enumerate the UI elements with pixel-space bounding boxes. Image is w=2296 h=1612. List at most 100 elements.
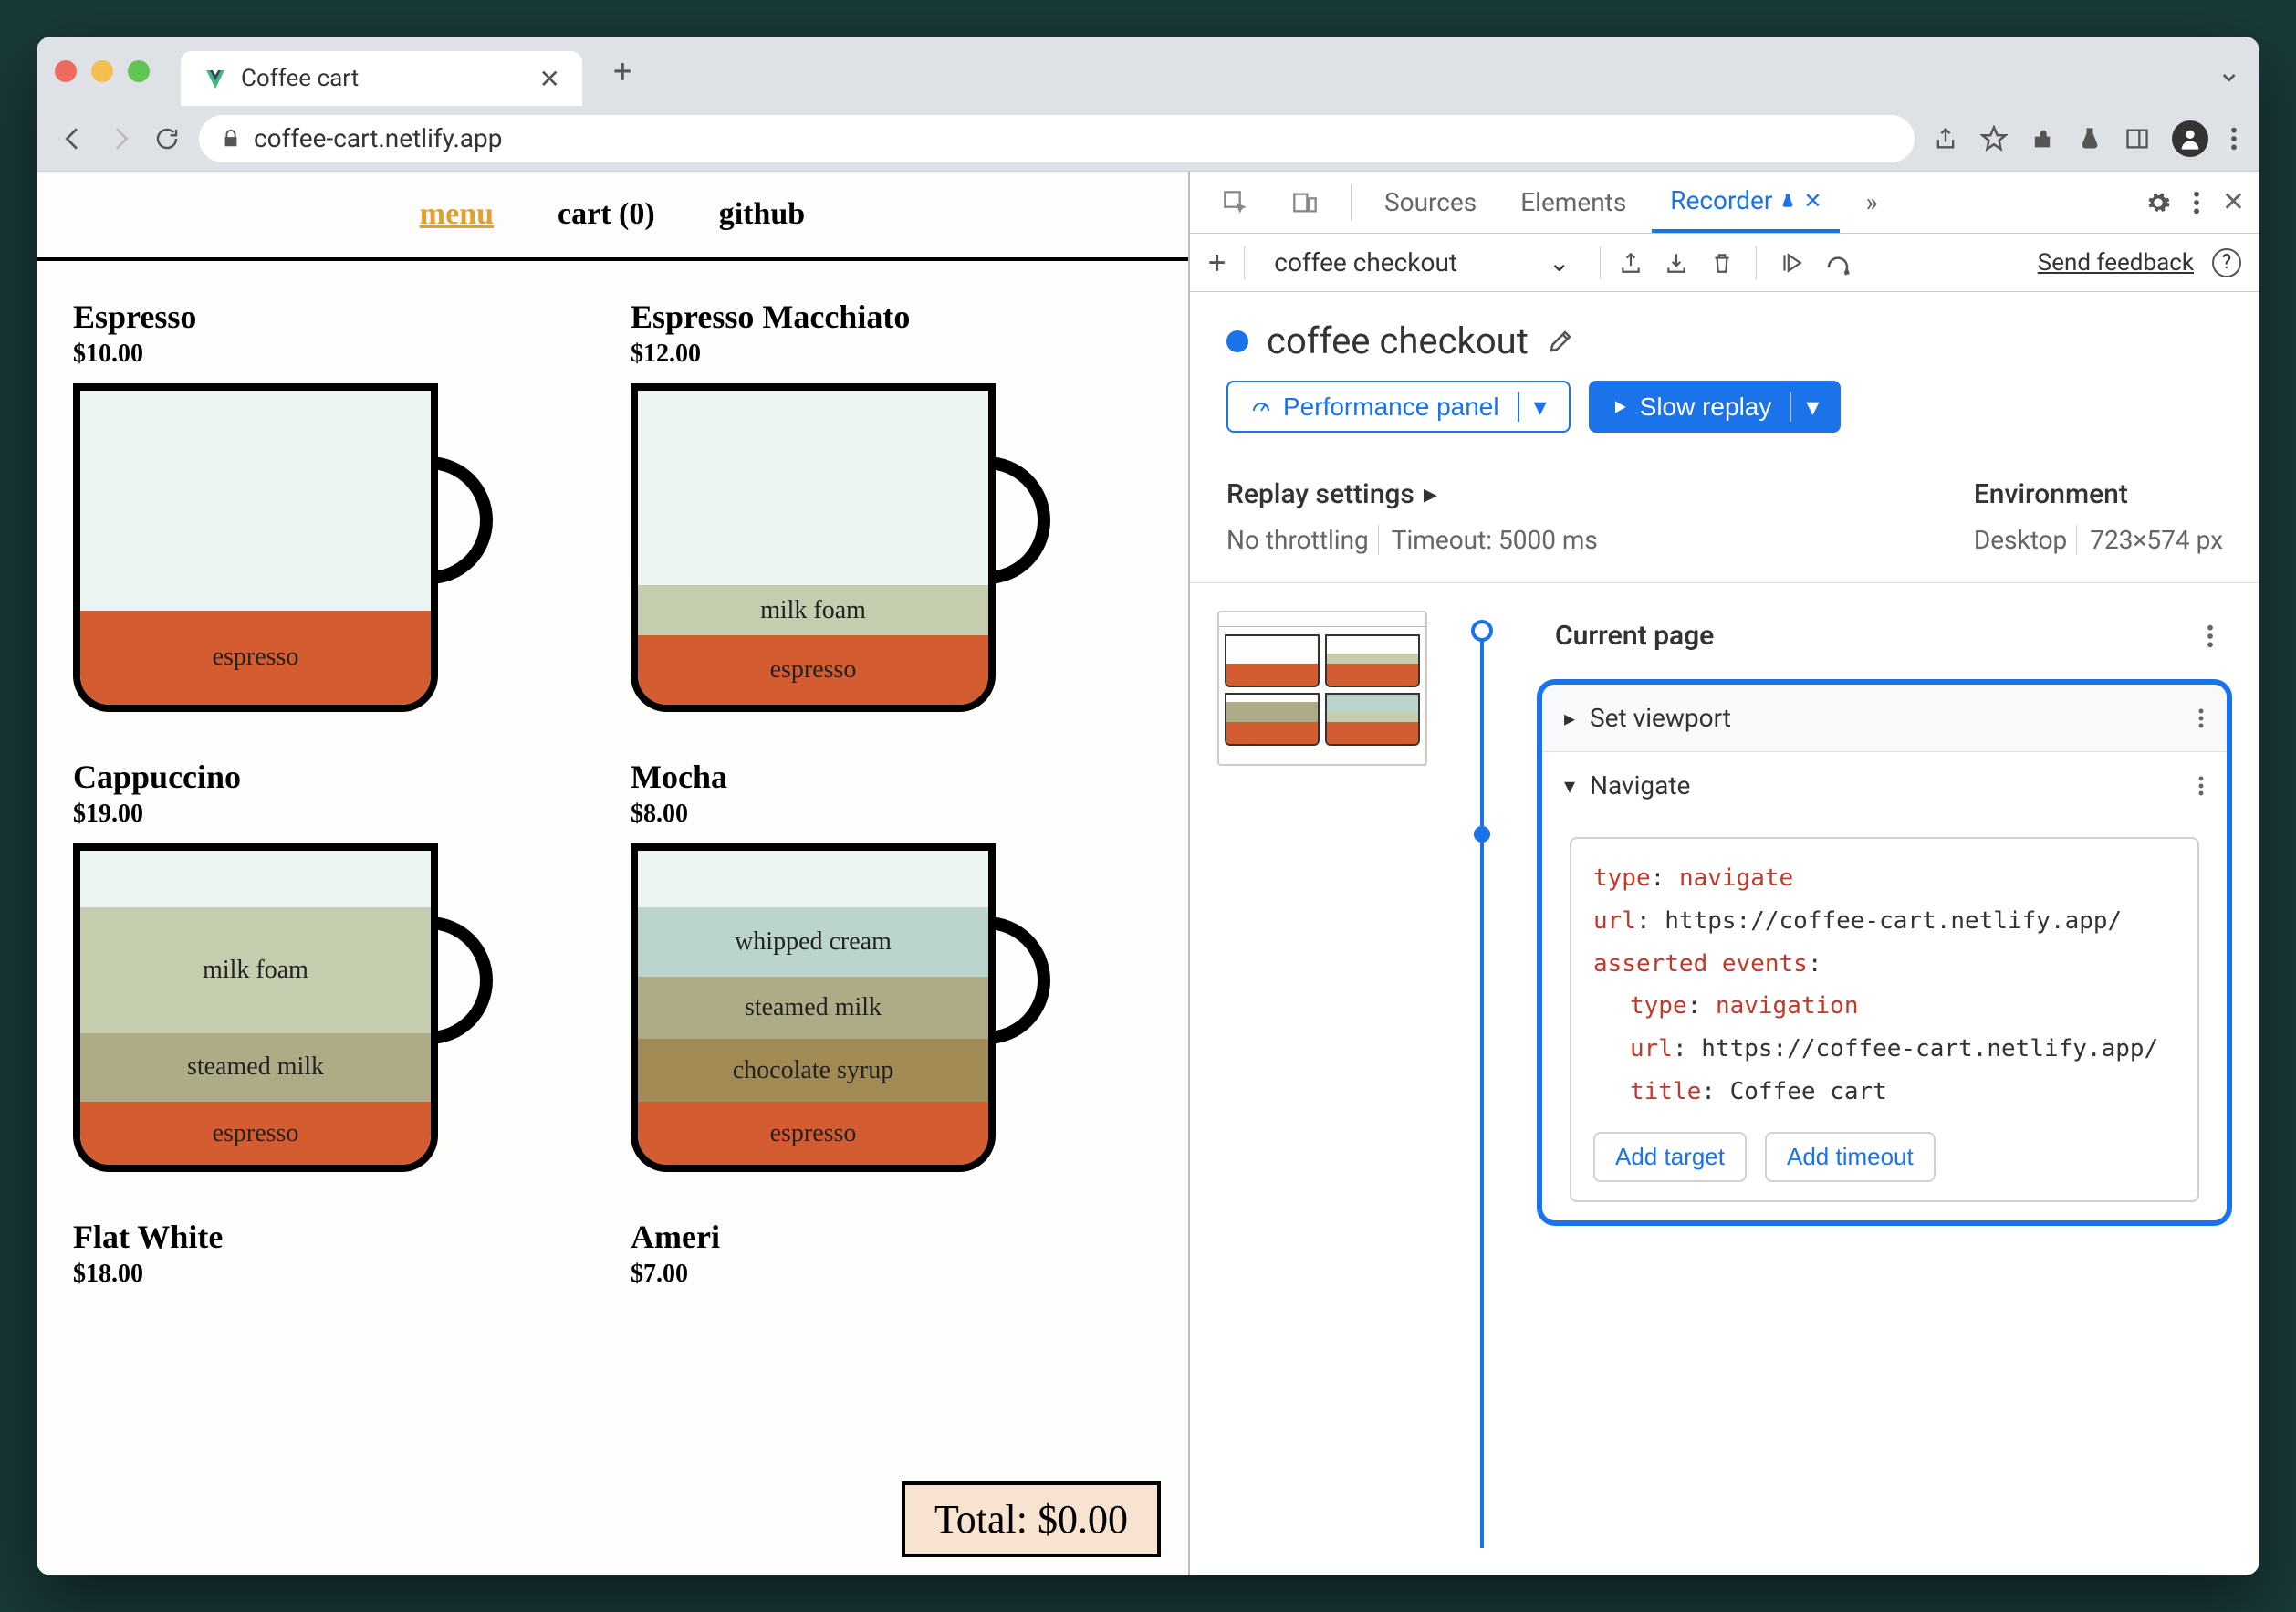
- layer-chocsyrup: chocolate syrup: [638, 1039, 988, 1102]
- inspect-icon[interactable]: [1205, 172, 1267, 233]
- page-nav: menu cart (0) github: [37, 172, 1188, 261]
- nav-menu-link[interactable]: menu: [420, 197, 494, 232]
- export-icon[interactable]: [1619, 251, 1643, 275]
- layer-whipped: whipped cream: [638, 907, 988, 977]
- minimize-window-button[interactable]: [91, 60, 113, 82]
- content-area: menu cart (0) github Espresso $10.00 esp…: [37, 172, 2259, 1575]
- product-price: $19.00: [73, 800, 594, 829]
- close-tab-icon[interactable]: ✕: [539, 64, 560, 94]
- chevron-down-icon[interactable]: ▾: [1790, 392, 1819, 422]
- share-icon[interactable]: [1933, 126, 1958, 152]
- environment-settings: Environment Desktop 723×574 px: [1974, 478, 2223, 555]
- replay-icon[interactable]: [1779, 251, 1802, 275]
- recording-select[interactable]: coffee checkout ⌄: [1263, 242, 1581, 283]
- chevron-down-icon: ▾: [1564, 773, 1575, 799]
- cup-icon[interactable]: espresso: [73, 383, 511, 712]
- page-thumbnail[interactable]: [1217, 611, 1427, 766]
- panel-icon[interactable]: [2124, 126, 2150, 152]
- maximize-window-button[interactable]: [128, 60, 150, 82]
- layer-milkfoam: milk foam: [80, 907, 431, 1033]
- settings-icon[interactable]: [2145, 190, 2171, 215]
- back-button[interactable]: [58, 124, 88, 153]
- current-page-header: Current page: [1537, 611, 2232, 679]
- edit-icon[interactable]: [1547, 328, 1574, 355]
- cup-icon[interactable]: espresso chocolate syrup steamed milk wh…: [631, 843, 1069, 1172]
- kebab-icon[interactable]: [2197, 775, 2205, 797]
- import-icon[interactable]: [1665, 251, 1688, 275]
- product-americano: Ameri $7.00: [631, 1218, 1152, 1289]
- browser-tab[interactable]: Coffee cart ✕: [181, 51, 582, 106]
- labs-icon[interactable]: [2077, 126, 2103, 152]
- step-code-box: type: navigate url: https://coffee-cart.…: [1570, 837, 2199, 1202]
- help-icon[interactable]: ?: [2212, 248, 2241, 277]
- product-name: Ameri: [631, 1218, 1152, 1256]
- addressbar: coffee-cart.netlify.app: [37, 106, 2259, 172]
- add-target-button[interactable]: Add target: [1593, 1132, 1747, 1182]
- star-icon[interactable]: [1980, 125, 2008, 152]
- menu-icon[interactable]: [2230, 126, 2238, 152]
- chevron-down-icon[interactable]: ▾: [1518, 392, 1547, 422]
- forward-button[interactable]: [106, 124, 135, 153]
- timeline-node: [1474, 826, 1490, 843]
- traffic-lights: [55, 60, 150, 82]
- product-name: Espresso: [73, 298, 594, 336]
- send-feedback-link[interactable]: Send feedback: [2038, 249, 2194, 277]
- layer-espresso: espresso: [638, 1102, 988, 1165]
- profile-avatar[interactable]: [2172, 120, 2208, 157]
- product-price: $18.00: [73, 1260, 594, 1289]
- close-window-button[interactable]: [55, 60, 77, 82]
- new-tab-button[interactable]: +: [595, 52, 650, 90]
- address-bar-icons: [1933, 120, 2238, 157]
- nav-github-link[interactable]: github: [719, 197, 806, 232]
- performance-panel-button[interactable]: Performance panel ▾: [1226, 381, 1571, 433]
- kebab-icon[interactable]: [2193, 190, 2200, 215]
- step-set-viewport[interactable]: ▸ Set viewport: [1542, 685, 2227, 752]
- cup-icon[interactable]: espresso steamed milk milk foam: [73, 843, 511, 1172]
- nav-cart-link[interactable]: cart (0): [558, 197, 655, 232]
- product-mocha: Mocha $8.00 espresso chocolate syrup ste…: [631, 758, 1152, 1172]
- device-icon[interactable]: [1274, 172, 1336, 233]
- tab-title: Coffee cart: [241, 65, 359, 92]
- total-box[interactable]: Total: $0.00: [902, 1481, 1161, 1557]
- url-field[interactable]: coffee-cart.netlify.app: [199, 115, 1915, 162]
- steps-area: Current page ▸ Set viewport ▾ Navigate: [1190, 583, 2259, 1575]
- step-group: ▸ Set viewport ▾ Navigate type: navigate: [1537, 679, 2232, 1226]
- reload-button[interactable]: [153, 125, 181, 152]
- chevron-right-icon: ▸: [1564, 706, 1575, 731]
- chevron-down-icon: ⌄: [1549, 247, 1570, 277]
- play-icon: [1611, 398, 1629, 416]
- chevron-right-icon: ▸: [1424, 478, 1437, 510]
- tab-recorder[interactable]: Recorder ✕: [1652, 172, 1840, 233]
- slow-replay-button[interactable]: Slow replay ▾: [1589, 381, 1842, 433]
- extensions-icon[interactable]: [2030, 126, 2055, 152]
- cup-icon[interactable]: espresso milk foam: [631, 383, 1069, 712]
- layer-milkfoam: milk foam: [638, 585, 988, 635]
- step-navigate[interactable]: ▾ Navigate: [1542, 752, 2227, 819]
- recording-header: coffee checkout: [1190, 292, 2259, 381]
- browser-window: Coffee cart ✕ + ⌄ coffee-cart.netlify.ap…: [37, 37, 2259, 1575]
- add-timeout-button[interactable]: Add timeout: [1765, 1132, 1936, 1182]
- product-name: Cappuccino: [73, 758, 594, 796]
- close-tab-icon[interactable]: ✕: [1803, 188, 1821, 214]
- close-devtools-icon[interactable]: ✕: [2222, 186, 2245, 218]
- product-price: $7.00: [631, 1260, 1152, 1289]
- more-tabs-icon[interactable]: »: [1847, 172, 1895, 233]
- layer-espresso: espresso: [638, 635, 988, 705]
- replay-settings[interactable]: Replay settings▸ No throttling Timeout: …: [1226, 478, 1598, 555]
- layer-steamed: steamed milk: [80, 1033, 431, 1103]
- new-recording-button[interactable]: +: [1208, 245, 1226, 281]
- product-macchiato: Espresso Macchiato $12.00 espresso milk …: [631, 298, 1152, 712]
- kebab-icon[interactable]: [2197, 707, 2205, 729]
- product-price: $12.00: [631, 340, 1152, 369]
- product-name: Mocha: [631, 758, 1152, 796]
- tab-sources[interactable]: Sources: [1366, 172, 1495, 233]
- gauge-icon: [1250, 396, 1272, 418]
- kebab-icon[interactable]: [2207, 623, 2214, 649]
- product-name: Espresso Macchiato: [631, 298, 1152, 336]
- continue-icon[interactable]: [1824, 249, 1852, 277]
- tabs-dropdown-icon[interactable]: ⌄: [2217, 54, 2241, 89]
- tab-elements[interactable]: Elements: [1502, 172, 1644, 233]
- recording-buttons: Performance panel ▾ Slow replay ▾: [1190, 381, 2259, 460]
- delete-icon[interactable]: [1710, 251, 1734, 275]
- url-text: coffee-cart.netlify.app: [254, 123, 502, 153]
